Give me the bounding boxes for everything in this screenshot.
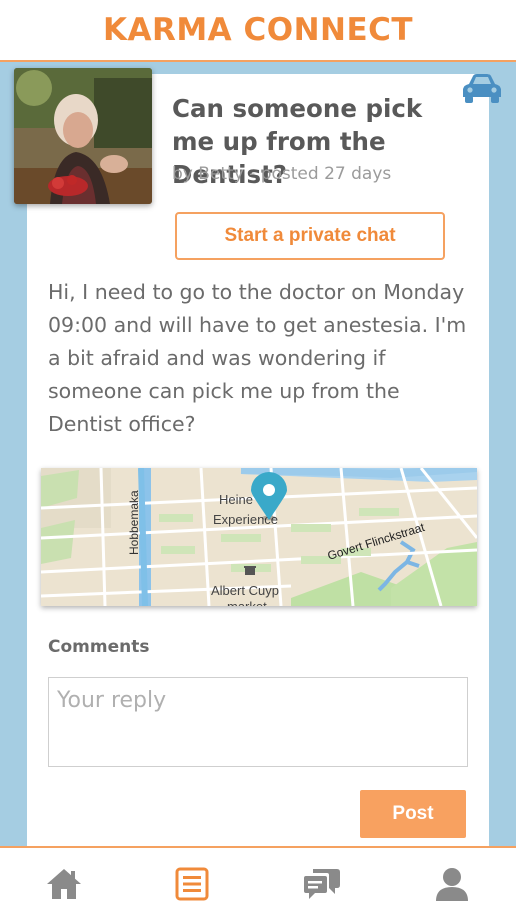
chat-icon <box>304 869 340 899</box>
nav-home[interactable] <box>44 864 84 904</box>
start-private-chat-button[interactable]: Start a private chat <box>175 212 445 260</box>
home-icon <box>47 869 81 899</box>
nav-posts[interactable] <box>172 864 212 904</box>
user-icon <box>436 868 468 901</box>
nav-profile[interactable] <box>432 864 472 904</box>
map-label-hobbemaka: Hobbemaka <box>127 490 141 555</box>
reply-input[interactable] <box>48 677 468 767</box>
nav-chats[interactable] <box>302 864 342 904</box>
map-label-albert-2: market <box>227 599 267 606</box>
post-body: Hi, I need to go to the doctor on Monday… <box>48 280 467 436</box>
app-title: KARMA CONNECT <box>102 12 414 48</box>
map-label-heineken-1: Heine <box>219 492 253 507</box>
list-icon <box>175 867 209 901</box>
shop-icon <box>244 566 256 575</box>
bottom-nav <box>0 846 516 920</box>
author-avatar[interactable] <box>14 68 152 204</box>
post-button[interactable]: Post <box>360 790 466 838</box>
location-map[interactable]: Hobbemaka Heine Experience Govert Flinck… <box>41 468 477 606</box>
post-meta: by Betty - posted 27 days <box>172 164 392 184</box>
comments-label: Comments <box>48 637 150 657</box>
map-label-albert-1: Albert Cuyp <box>211 583 279 598</box>
app-header: KARMA CONNECT <box>0 0 516 62</box>
